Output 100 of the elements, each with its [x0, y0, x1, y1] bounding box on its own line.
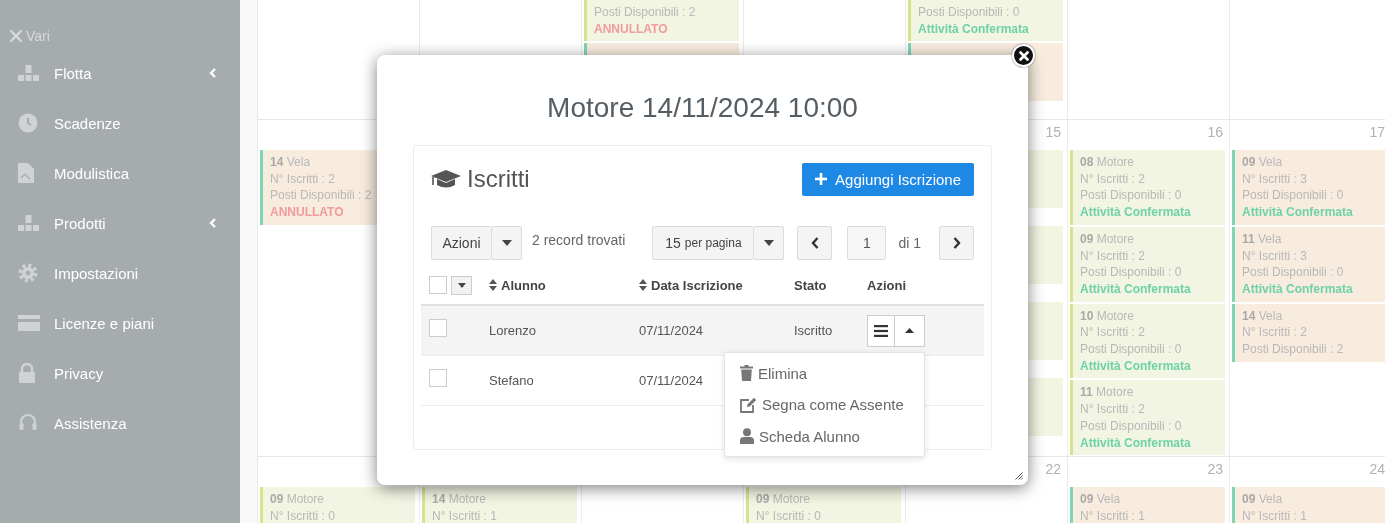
- event-detail: N° Iscritti : 0: [270, 507, 336, 523]
- event-detail: N° Iscritti : 0: [756, 507, 822, 523]
- table-cell: 07/11/2024: [639, 373, 704, 388]
- calendar-event[interactable]: Posti Disponibili : 2 ANNULLATO: [584, 0, 739, 42]
- calendar-event[interactable]: 14 Vela N° Iscritti : 2 Posti Disponibili : 2: [1232, 303, 1385, 362]
- calendar-event[interactable]: 09 Motore N° Iscritti : 0: [260, 487, 415, 523]
- boxes-icon: [18, 214, 39, 232]
- previous-page-button[interactable]: [797, 226, 833, 260]
- clock-icon: [18, 113, 38, 133]
- calendar-event[interactable]: Posti Disponibili : 0 Attività Confermata: [908, 0, 1063, 42]
- table-cell: 07/11/2024: [639, 323, 704, 338]
- sidebar-item[interactable]: Assistenza: [0, 398, 240, 448]
- page-size-button[interactable]: 15 per pagina: [652, 226, 754, 260]
- event-detail: N° Iscritti : 1: [432, 507, 498, 523]
- event-detail: N° Iscritti : 2: [1080, 401, 1146, 418]
- chevron-left-icon: [810, 237, 819, 249]
- sidebar-item[interactable]: Prodotti: [0, 198, 240, 248]
- headset-icon: [18, 413, 38, 433]
- event-status: Attività Confermata: [1080, 280, 1192, 298]
- menu-item[interactable]: Scheda Alunno: [725, 420, 924, 452]
- actions-button[interactable]: Azioni: [431, 226, 491, 260]
- trash-icon: [740, 365, 753, 382]
- day-number: 17: [1369, 124, 1385, 140]
- event-detail: N° Iscritti : 1: [1242, 507, 1308, 523]
- sidebar-item[interactable]: Privacy: [0, 348, 240, 398]
- menu-button[interactable]: [867, 314, 895, 347]
- event-status: Attività Confermata: [1080, 204, 1192, 221]
- column-header[interactable]: Data Iscrizione: [639, 277, 743, 293]
- event-detail: Posti Disponibili : 0: [1242, 187, 1345, 205]
- table-cell: Stefano: [489, 373, 534, 388]
- calendar-event[interactable]: 09 Vela N° Iscritti : 1: [1232, 487, 1385, 523]
- modal-title: Motore 14/11/2024 10:00: [546, 91, 859, 125]
- dropdown-toggle[interactable]: [895, 314, 925, 347]
- caret-up-icon: [905, 328, 914, 333]
- event-detail: N° Iscritti : 1: [1080, 507, 1146, 523]
- sidebar-item[interactable]: Impostazioni: [0, 248, 240, 298]
- column-header[interactable]: Azioni: [867, 277, 906, 293]
- event-title: 10 Motore: [1080, 307, 1136, 325]
- column-header[interactable]: Stato: [794, 277, 827, 293]
- card-icon: [18, 315, 40, 331]
- event-title: 11 Motore: [1080, 384, 1135, 402]
- user-icon: [740, 428, 754, 445]
- event-title: 09 Vela: [1242, 154, 1284, 171]
- calendar-event[interactable]: 11 Motore N° Iscritti : 2 Posti Disponibili : 0 Attività Confermata: [1070, 380, 1225, 456]
- edit-icon: [740, 396, 757, 413]
- event-detail: Posti Disponibili : 2: [1242, 341, 1345, 358]
- chevron-icon: [209, 218, 216, 228]
- event-title: 14 Motore: [432, 491, 488, 508]
- table-cell: Iscritto: [794, 323, 833, 338]
- event-detail: Posti Disponibili : 0: [1242, 264, 1345, 281]
- event-status: ANNULLATO: [270, 204, 345, 221]
- sidebar-item[interactable]: Modulistica: [0, 148, 240, 198]
- checkbox[interactable]: [429, 319, 447, 337]
- calendar-event[interactable]: 09 Vela N° Iscritti : 1: [1070, 487, 1225, 523]
- event-title: 09 Motore: [270, 491, 326, 508]
- event-detail: Posti Disponibili : 0: [1080, 187, 1183, 205]
- caret-down-icon: [501, 240, 512, 246]
- event-detail: N° Iscritti : 3: [1242, 247, 1308, 265]
- event-detail: N° Iscritti : 2: [1242, 324, 1308, 342]
- calendar-event[interactable]: 09 Motore N° Iscritti : 0: [746, 487, 901, 523]
- event-title: 09 Vela: [1080, 491, 1122, 508]
- sort-icon: [489, 279, 497, 291]
- caret-down-icon: [763, 240, 774, 246]
- calendar-event[interactable]: 09 Motore N° Iscritti : 2 Posti Disponibili : 0 Attività Confermata: [1070, 226, 1225, 302]
- next-page-button[interactable]: [939, 226, 974, 260]
- calendar-event[interactable]: 10 Motore N° Iscritti : 2 Posti Disponibili : 0 Attività Confermata: [1070, 303, 1225, 379]
- event-status: Attività Confermata: [1080, 357, 1192, 375]
- column-header[interactable]: Alunno: [489, 277, 546, 293]
- page-input[interactable]: 1: [847, 226, 887, 260]
- plus-icon: [815, 173, 828, 185]
- sidebar-item[interactable]: Scadenze: [0, 98, 240, 148]
- calendar-event[interactable]: 14 Motore N° Iscritti : 1: [422, 487, 577, 523]
- dropdown-button[interactable]: [451, 275, 472, 295]
- event-detail: Posti Disponibili : 0: [1080, 341, 1183, 358]
- boxes-icon: [18, 64, 39, 82]
- checkbox[interactable]: [429, 276, 447, 294]
- dropdown-button[interactable]: [491, 226, 522, 260]
- calendar-event[interactable]: 11 Vela N° Iscritti : 3 Posti Disponibili : 0 Attività Confermata: [1232, 226, 1385, 302]
- event-status: Attività Confermata: [1242, 204, 1354, 221]
- sidebar-item[interactable]: Licenze e piani: [0, 298, 240, 348]
- sidebar-item[interactable]: Flotta: [0, 48, 240, 98]
- resize-grip-icon[interactable]: [1015, 472, 1023, 480]
- event-title: 09 Motore: [1080, 230, 1136, 248]
- day-number: 15: [1045, 124, 1061, 140]
- event-detail: Posti Disponibili : 2: [594, 4, 697, 21]
- event-title: 14 Vela: [270, 154, 312, 171]
- lock-icon: [18, 363, 36, 383]
- day-number: 24: [1369, 461, 1385, 477]
- record-count: 2 record trovati: [532, 232, 626, 248]
- calendar-event[interactable]: 08 Motore N° Iscritti : 2 Posti Disponibili : 0 Attività Confermata: [1070, 150, 1225, 225]
- menu-icon: [874, 324, 888, 337]
- dropdown-button[interactable]: [753, 226, 785, 260]
- table-cell: Lorenzo: [489, 323, 536, 338]
- day-number: 22: [1045, 461, 1061, 477]
- settings-icon: [18, 263, 38, 283]
- event-detail: Posti Disponibili : 0: [1080, 264, 1183, 281]
- menu-item[interactable]: Elimina: [725, 357, 924, 389]
- checkbox[interactable]: [429, 369, 447, 387]
- add-enrollment-button[interactable]: Aggiungi Iscrizione: [802, 162, 974, 196]
- calendar-event[interactable]: 09 Vela N° Iscritti : 3 Posti Disponibili : 0 Attività Confermata: [1232, 150, 1385, 225]
